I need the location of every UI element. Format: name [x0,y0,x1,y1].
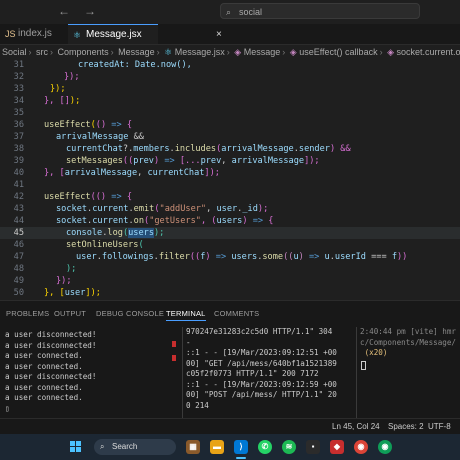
breadcrumb-item[interactable]: Components [58,47,109,57]
chevron-right-icon: › [379,47,383,57]
code-line: 46 setOnlineUsers( [13,240,144,250]
chevron-right-icon: › [156,47,160,57]
code-line: 43 socket.current.emit("addUser", user._i… [13,204,269,214]
terminal-pane-3[interactable]: 2:40:44 pm [vite] hmr c/Components/Messa… [360,327,456,359]
tab-label: Message.jsx [86,29,142,40]
chevron-right-icon: › [50,47,54,57]
file-explorer-icon[interactable]: ▬ [210,440,224,454]
function-symbol-icon: ◈ [387,47,395,57]
chrome-profile-icon[interactable]: ◉ [378,440,392,454]
close-icon[interactable]: × [216,25,222,45]
forward-arrow-icon[interactable]: → [84,4,96,18]
function-symbol-icon: ◈ [289,47,297,57]
search-text: social [239,7,263,17]
code-line: 44 socket.current.on("getUsers", (users) … [13,216,274,226]
error-marker [172,355,176,361]
title-bar: ← → ⌕ social [0,0,460,24]
terminal-app-icon[interactable]: ▪ [306,440,320,454]
function-symbol-icon: ◈ [234,47,242,57]
terminal-cursor [361,361,366,370]
breadcrumb: Social › src › Components › Message › ⚛ Mess… [0,45,460,60]
breadcrumb-item[interactable]: Message [118,47,155,57]
command-center-search[interactable]: ⌕ social [220,3,420,19]
pane-divider[interactable] [356,327,357,419]
chevron-right-icon: › [28,47,32,57]
indentation[interactable]: Spaces: 2 [388,419,424,435]
tab-terminal[interactable]: TERMINAL [166,309,206,321]
code-line: 49}); [13,276,72,286]
whatsapp-icon[interactable]: ✆ [258,440,272,454]
breadcrumb-item[interactable]: socket.current.on("get [397,47,460,57]
taskbar-app-icon[interactable]: ▦ [186,440,200,454]
terminal-pane-1[interactable]: a user disconnected! a user disconnected… [5,330,96,414]
js-file-icon: JS [5,29,16,39]
tab-message-jsx[interactable]: ⚛ Message.jsx × [68,24,222,44]
status-bar: Ln 45, Col 24 Spaces: 2 UTF-8 [0,418,460,435]
cursor-position[interactable]: Ln 45, Col 24 [332,419,380,435]
code-line: 39 setMessages((prev) => [...prev, arriva… [13,156,320,166]
editor-tab-bar: JS index.js ⚛ Message.jsx × [0,24,460,45]
react-file-icon: ⚛ [73,30,82,40]
back-arrow-icon[interactable]: ← [58,4,70,18]
vscode-icon[interactable]: ⟩ [234,440,248,454]
breadcrumb-item[interactable]: Message.jsx [175,47,225,57]
spotify-icon[interactable]: ≋ [282,440,296,454]
code-line: 47 user.followings.filter((f) => users.so… [13,252,408,262]
pane-divider[interactable] [182,327,183,419]
search-icon: ⌕ [226,7,232,17]
tab-problems[interactable]: PROBLEMS [6,309,49,318]
react-file-icon: ⚛ [164,47,173,57]
code-line: 33}); [13,84,66,94]
search-icon: ⌕ [100,442,105,451]
tab-index-js[interactable]: JS index.js [0,24,62,44]
code-line: 36 useEffect(() => { [13,120,133,130]
encoding[interactable]: UTF-8 [428,419,451,435]
code-editor[interactable]: 31 createdAt: Date.now(), 32}); 33}); 34}… [0,60,460,310]
code-line: 50}, [user]); [13,288,101,298]
active-app-indicator [236,457,246,459]
breadcrumb-item[interactable]: Social [2,47,27,57]
taskbar: ⌕ Search ▦ ▬ ⟩ ✆ ≋ ▪ ◆ ◉ ◉ [0,434,460,460]
code-line: 41 [13,180,24,190]
app-icon-red[interactable]: ◆ [330,440,344,454]
panel-tabs: PROBLEMS OUTPUT DEBUG CONSOLE TERMINAL C… [0,301,460,327]
chevron-right-icon: › [226,47,230,57]
code-line: 31 createdAt: Date.now(), [13,60,192,70]
chevron-right-icon: › [110,47,114,57]
code-line-current: 45 console.log(users); [0,227,460,239]
code-line: 42 useEffect(() => { [13,192,132,202]
windows-start-icon[interactable] [70,441,82,453]
breadcrumb-item[interactable]: src [36,47,48,57]
tab-label: index.js [18,28,52,39]
code-line: 34}, []); [13,96,81,106]
chevron-right-icon: › [282,47,286,57]
breadcrumb-item[interactable]: Message [244,47,281,57]
tab-debug-console[interactable]: DEBUG CONSOLE [96,309,164,318]
code-line: 48); [13,264,77,274]
error-marker [172,341,176,347]
bottom-panel: PROBLEMS OUTPUT DEBUG CONSOLE TERMINAL C… [0,300,460,419]
code-line: 37 arrivalMessage && [13,132,144,142]
terminal-pane-2[interactable]: 970247e31283c2c5d0 HTTP/1.1" 304 - ::1 -… [186,327,337,411]
taskbar-search[interactable]: ⌕ Search [94,439,176,455]
chrome-icon[interactable]: ◉ [354,440,368,454]
breadcrumb-item[interactable]: useEffect() callback [299,47,377,57]
code-line: 38 currentChat?.members.includes(arrivalM… [13,144,351,154]
tab-comments[interactable]: COMMENTS [214,309,259,318]
code-line: 32}); [13,72,80,82]
code-line: 35 [13,108,24,118]
code-line: 40}, [arrivalMessage, currentChat]); [13,168,220,178]
tab-output[interactable]: OUTPUT [54,309,86,318]
